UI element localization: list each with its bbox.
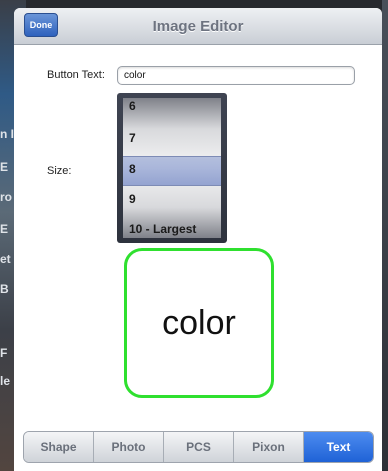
picker-option[interactable]: 9 bbox=[129, 192, 136, 206]
background-text: F bbox=[0, 346, 8, 360]
size-picker-wheel[interactable]: 6 7 8 9 10 - Largest bbox=[123, 98, 221, 238]
picker-option[interactable]: 10 - Largest bbox=[129, 222, 196, 236]
tab-text[interactable]: Text bbox=[304, 432, 373, 462]
background-edge bbox=[382, 0, 388, 471]
button-text-label: Button Text: bbox=[47, 69, 105, 81]
done-button[interactable]: Done bbox=[24, 13, 58, 37]
picker-option-selected[interactable]: 8 bbox=[129, 162, 136, 176]
navigation-bar: Image Editor Done bbox=[14, 8, 382, 45]
picker-option[interactable]: 6 bbox=[129, 99, 136, 113]
background-text: B bbox=[0, 282, 9, 296]
size-label: Size: bbox=[47, 165, 72, 177]
tab-shape[interactable]: Shape bbox=[24, 432, 94, 462]
background-text: et bbox=[0, 252, 11, 266]
picker-option[interactable]: 7 bbox=[129, 131, 136, 145]
picker-selection-band bbox=[123, 156, 221, 186]
tab-photo[interactable]: Photo bbox=[94, 432, 164, 462]
button-text-input[interactable]: color bbox=[117, 66, 355, 85]
background-text: n I bbox=[0, 127, 14, 141]
image-editor-popover: Image Editor Done Button Text: color Siz… bbox=[14, 8, 382, 471]
background-text: E bbox=[0, 160, 9, 174]
tab-pixon[interactable]: Pixon bbox=[234, 432, 304, 462]
size-picker[interactable]: 6 7 8 9 10 - Largest bbox=[117, 93, 227, 243]
background-text: E bbox=[0, 222, 9, 236]
background-text: ro bbox=[0, 190, 12, 204]
tab-pcs[interactable]: PCS bbox=[164, 432, 234, 462]
background-text: le bbox=[0, 374, 11, 388]
page-title: Image Editor bbox=[152, 17, 244, 35]
segmented-tab-bar: Shape Photo PCS Pixon Text bbox=[23, 431, 374, 463]
button-preview: color bbox=[124, 248, 274, 398]
